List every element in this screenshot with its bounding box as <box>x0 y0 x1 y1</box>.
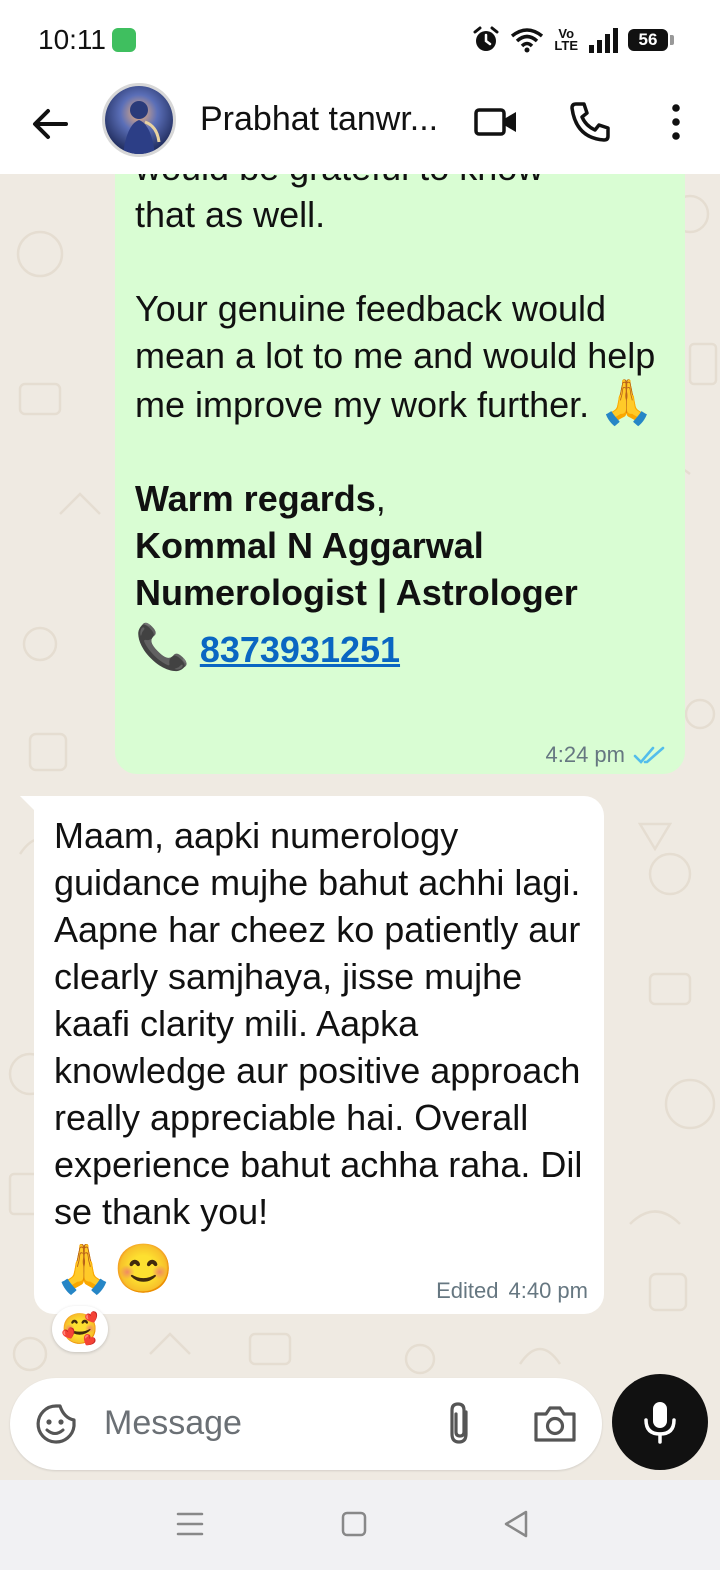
home-icon[interactable] <box>338 1508 370 1540</box>
message-composer: Message <box>10 1378 602 1470</box>
more-options-icon[interactable] <box>652 98 700 146</box>
edited-label: Edited <box>436 1278 499 1303</box>
volte-indicator: Vo LTE <box>554 26 578 53</box>
sender-title: Numerologist | Astrologer <box>135 572 578 613</box>
status-time: 10:11 <box>38 24 106 55</box>
microphone-icon <box>644 1402 676 1444</box>
outgoing-cut-line: would be grateful to know <box>135 174 665 191</box>
message-input[interactable]: Message <box>104 1404 242 1443</box>
recent-apps-icon[interactable] <box>174 1508 206 1540</box>
incoming-message-text: Maam, aapki numerology guidance mujhe ba… <box>54 815 583 1232</box>
incoming-message-bubble[interactable]: Maam, aapki numerology guidance mujhe ba… <box>20 796 604 1314</box>
contact-avatar[interactable] <box>102 83 176 157</box>
battery-tip <box>670 35 674 45</box>
signal-icon <box>589 28 618 53</box>
regards-comma: , <box>375 478 386 519</box>
alarm-icon <box>473 26 499 51</box>
back-arrow-icon[interactable] <box>26 100 74 148</box>
warm-regards-text: Warm regards <box>135 478 376 519</box>
sticker-icon[interactable] <box>34 1402 78 1446</box>
sender-name: Kommal N Aggarwal <box>135 525 484 566</box>
chat-area[interactable]: would be grateful to know that as well. … <box>0 174 720 1380</box>
incoming-message-meta: Edited 4:40 pm <box>436 1278 588 1304</box>
outgoing-message-time: 4:24 pm <box>545 742 626 767</box>
contact-name[interactable]: Prabhat tanwr... <box>200 100 440 139</box>
incoming-message-time: 4:40 pm <box>508 1278 589 1303</box>
outgoing-message-meta: 4:24 pm <box>546 742 668 768</box>
camera-icon[interactable] <box>532 1402 578 1446</box>
outgoing-line: that as well. <box>135 194 326 235</box>
outgoing-message-bubble[interactable]: would be grateful to know that as well. … <box>115 174 685 774</box>
telephone-emoji: 📞 <box>135 623 190 672</box>
message-reaction[interactable]: 🥰 <box>52 1306 108 1352</box>
voice-message-button[interactable] <box>612 1374 708 1470</box>
folded-hands-emoji: 🙏 <box>599 378 654 427</box>
reaction-emoji: 🥰 <box>61 1312 99 1346</box>
system-navigation-bar <box>0 1480 720 1570</box>
video-call-icon[interactable] <box>472 98 520 146</box>
double-check-read-icon <box>633 746 665 764</box>
avatar-image <box>105 86 173 154</box>
messages-app-icon <box>112 28 136 52</box>
attach-paperclip-icon[interactable] <box>438 1400 482 1448</box>
phone-number-link[interactable]: 8373931251 <box>200 629 400 670</box>
status-icons: Vo LTE 56 <box>472 26 674 54</box>
status-bar: 10:11 Vo LTE 56 <box>0 0 720 80</box>
outgoing-message-text: would be grateful to know that as well. … <box>135 174 665 673</box>
wifi-icon <box>511 28 544 53</box>
voice-call-icon[interactable] <box>566 98 614 146</box>
chat-header: Prabhat tanwr... <box>0 80 720 175</box>
battery-indicator: 56 <box>628 29 668 51</box>
outgoing-feedback-text: Your genuine feedback would mean a lot t… <box>135 288 656 425</box>
back-nav-icon[interactable] <box>500 1508 532 1540</box>
